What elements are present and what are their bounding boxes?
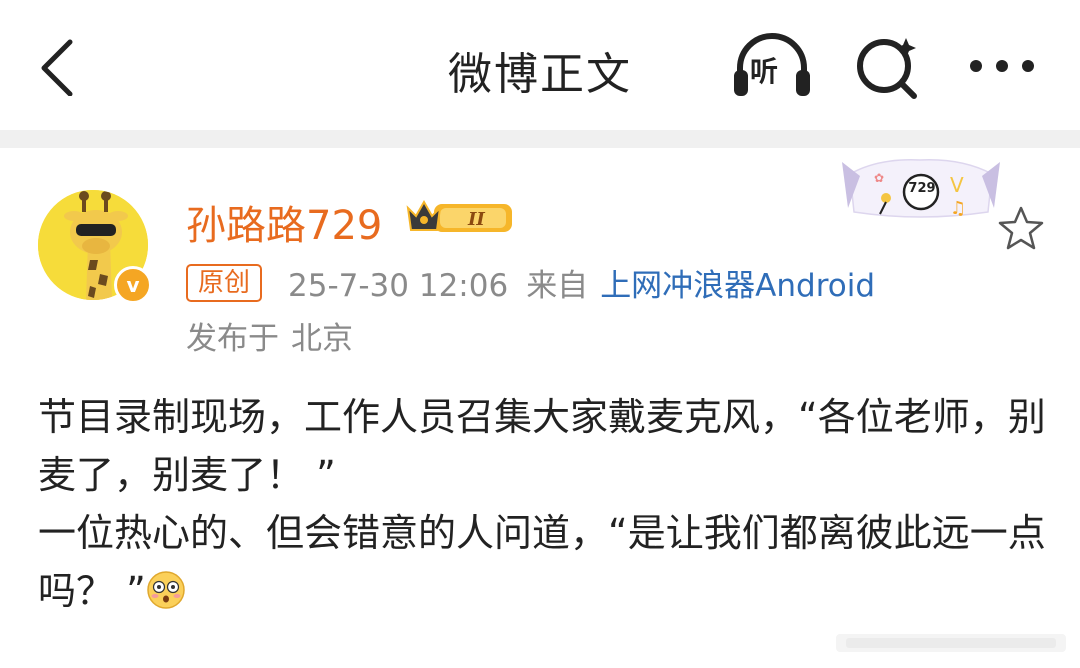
from-label: 来自 — [526, 268, 589, 304]
post-location: 发布于 北京 — [186, 313, 353, 358]
fan-badge-number: 729 — [908, 181, 936, 196]
vip-crown-icon[interactable]: II — [404, 196, 516, 238]
watermark — [832, 626, 1072, 660]
svg-text:V: V — [950, 173, 964, 197]
post-content: 节目录制现场，工作人员召集大家戴麦克风，“各位老师，别麦了，别麦了！ ” 一位热… — [38, 388, 1048, 620]
listen-button[interactable]: 听 — [728, 30, 816, 102]
username[interactable]: 孙路路729 — [186, 193, 382, 251]
listen-label: 听 — [750, 55, 779, 88]
top-bar: 微博正文 听 — [0, 0, 1080, 130]
fan-badge[interactable]: V ♫ ✿ 729 — [838, 152, 1004, 224]
post-source-link[interactable]: 上网冲浪器Android — [600, 268, 875, 304]
section-divider — [0, 130, 1080, 148]
favorite-star-icon[interactable] — [996, 204, 1046, 252]
published-at-label: 发布于 — [186, 321, 279, 357]
svg-text:♫: ♫ — [950, 198, 966, 219]
post-timestamp: 25-7-30 12:06 — [288, 268, 509, 304]
post-meta: 25-7-30 12:06 来自 上网冲浪器Android — [288, 260, 875, 305]
original-tag: 原创 — [186, 264, 263, 302]
search-icon[interactable] — [852, 30, 926, 102]
verified-badge: v — [114, 266, 152, 304]
flushed-face-icon — [146, 568, 186, 609]
svg-text:II: II — [467, 209, 485, 230]
post-paragraph-2-text: 一位热心的、但会错意的人问道，“是让我们都离彼此远一点吗？ ” — [38, 511, 1046, 613]
svg-text:✿: ✿ — [874, 171, 884, 185]
location-city: 北京 — [291, 321, 353, 357]
post-paragraph-2: 一位热心的、但会错意的人问道，“是让我们都离彼此远一点吗？ ” — [38, 504, 1048, 620]
more-options-icon[interactable] — [962, 44, 1042, 88]
post-paragraph-1: 节目录制现场，工作人员召集大家戴麦克风，“各位老师，别麦了，别麦了！ ” — [38, 395, 1046, 497]
